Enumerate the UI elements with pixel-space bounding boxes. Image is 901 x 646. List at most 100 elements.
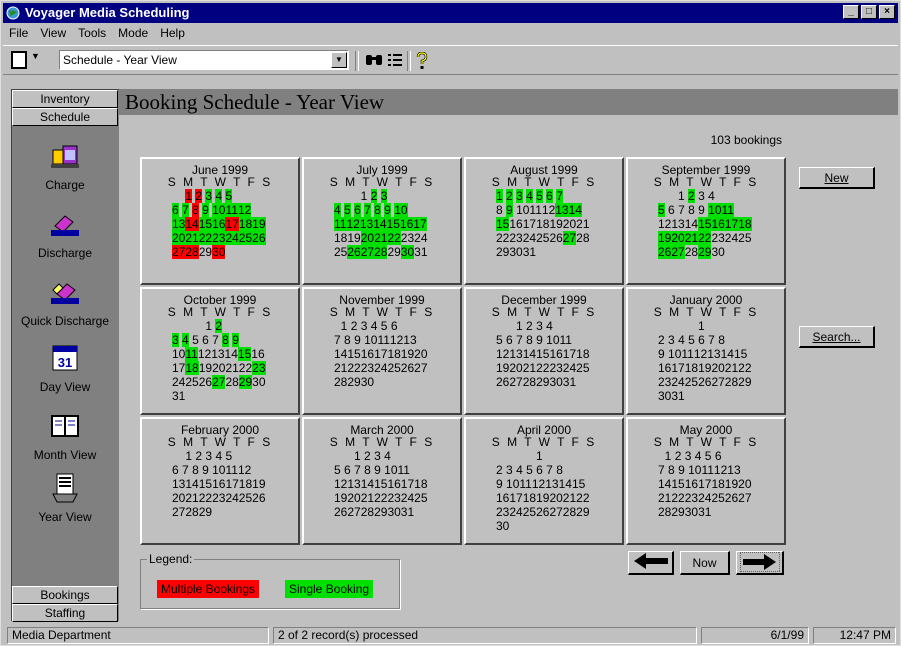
calendar-day[interactable]: 8 [688,203,695,217]
calendar-day[interactable]: 4 [516,463,523,477]
calendar-day[interactable]: 12 [346,217,360,231]
calendar-day[interactable]: 23 [549,361,562,375]
calendar-day[interactable]: 30 [549,375,562,389]
calendar-day[interactable]: 22 [347,361,360,375]
calendar-day[interactable]: 24 [414,231,427,245]
calendar-day[interactable]: 9 [698,203,705,217]
calendar-day[interactable]: 28 [185,245,199,259]
calendar-day[interactable]: 13 [211,347,224,361]
menu-view[interactable]: View [34,25,72,43]
calendar-day[interactable]: 20 [212,361,225,375]
calendar-day[interactable]: 24 [225,491,238,505]
calendar-day[interactable]: 17 [509,491,522,505]
calendar-day[interactable]: 27 [212,375,226,389]
calendar-day[interactable]: 9 [374,463,381,477]
calendar-day[interactable]: 14 [559,477,572,491]
previous-year-button[interactable] [628,551,674,575]
calendar-day[interactable]: 21 [725,361,738,375]
view-select[interactable]: Schedule - Year View ▼ [59,50,349,70]
calendar-day[interactable]: 29 [238,375,253,389]
calendar-day[interactable]: 27 [360,245,375,259]
calendar-day[interactable]: 23 [252,361,266,375]
calendar-day[interactable]: 13 [671,217,684,231]
calendar-day[interactable]: 24 [401,491,414,505]
calendar-day[interactable]: 5 [705,449,712,463]
calendar-day[interactable]: 14 [568,203,582,217]
calendar-day[interactable]: 7 [364,203,371,217]
calendar-day[interactable]: 22 [239,361,252,375]
calendar-day[interactable]: 15 [496,217,510,231]
calendar-day[interactable]: 13 [707,347,720,361]
month-calendar[interactable]: November 1999 S M T W T F S 1 2 3 4 5 67 … [302,287,462,415]
menu-mode[interactable]: Mode [112,25,154,43]
calendar-day[interactable]: 10 [364,333,377,347]
calendar-day[interactable]: 11 [560,333,572,347]
calendar-day[interactable]: 24 [671,375,684,389]
calendar-day[interactable]: 7 [334,333,341,347]
calendar-day[interactable]: 27 [172,505,185,519]
calendar-day[interactable]: 19 [401,347,414,361]
calendar-day[interactable]: 23 [685,491,698,505]
calendar-day[interactable]: 9 [678,463,685,477]
calendar-day[interactable]: 16 [212,477,225,491]
calendar-day[interactable]: 6 [506,333,513,347]
calendar-day[interactable]: 13 [727,463,740,477]
calendar-day[interactable]: 5 [225,449,232,463]
calendar-day[interactable]: 12 [334,477,347,491]
calendar-day[interactable]: 19 [725,477,738,491]
calendar-day[interactable]: 22 [536,361,549,375]
calendar-day[interactable]: 4 [371,319,378,333]
calendar-day[interactable]: 8 [344,333,351,347]
calendar-day[interactable]: 18 [185,361,199,375]
calendar-day[interactable]: 3 [374,449,381,463]
calendar-day[interactable]: 13 [555,203,569,217]
calendar-day[interactable]: 4 [384,449,391,463]
calendar-day[interactable]: 13 [545,477,558,491]
calendar-day[interactable]: 29 [738,375,751,389]
calendar-day[interactable]: 23 [509,231,522,245]
calendar-day[interactable]: 12 [198,347,211,361]
calendar-day[interactable]: 7 [546,463,553,477]
calendar-day[interactable]: 22 [198,231,213,245]
calendar-day[interactable]: 23 [212,231,226,245]
calendar-day[interactable]: 20 [563,217,576,231]
binoculars-icon[interactable] [365,52,383,68]
calendar-day[interactable]: 6 [354,203,361,217]
calendar-day[interactable]: 11 [681,347,693,361]
calendar-day[interactable]: 12 [714,463,727,477]
calendar-day[interactable]: 5 [334,463,341,477]
calendar-day[interactable]: 20 [360,231,375,245]
calendar-day[interactable]: 11 [721,203,734,217]
calendar-day[interactable]: 25 [738,231,751,245]
calendar-day[interactable]: 19 [496,361,509,375]
month-calendar[interactable]: March 2000 S M T W T F S 1 2 3 45 6 7 8 9… [302,417,462,545]
calendar-day[interactable]: 27 [509,375,522,389]
calendar-day[interactable]: 9 [202,463,209,477]
calendar-day[interactable]: 21 [576,217,589,231]
calendar-day[interactable]: 9 [536,333,543,347]
calendar-day[interactable]: 26 [549,231,562,245]
calendar-day[interactable]: 28 [563,505,576,519]
calendar-day[interactable]: 11 [225,203,238,217]
calendar-day[interactable]: 8 [192,463,199,477]
calendar-day[interactable]: 25 [239,491,252,505]
calendar-day[interactable]: 25 [387,361,400,375]
calendar-day[interactable]: 15 [199,477,212,491]
calendar-day[interactable]: 18 [576,347,589,361]
calendar-day[interactable]: 16 [509,217,522,231]
title-bar[interactable]: Voyager Media Scheduling _ □ × [3,3,898,23]
calendar-day[interactable]: 26 [347,245,361,259]
calendar-day[interactable]: 3 [536,319,543,333]
calendar-day[interactable]: 5 [658,203,665,217]
calendar-day[interactable]: 26 [334,505,347,519]
next-year-button[interactable] [736,551,784,575]
help-question-icon[interactable] [415,52,429,70]
calendar-day[interactable]: 11 [398,463,410,477]
month-calendar[interactable]: August 1999 S M T W T F S1 2 3 4 5 6 78 9… [464,157,624,285]
calendar-day[interactable]: 10 [668,347,681,361]
month-calendar[interactable]: September 1999 S M T W T F S 1 2 3 45 6 7… [626,157,786,285]
calendar-day[interactable]: 17 [225,217,239,231]
calendar-day[interactable]: 14 [185,477,198,491]
calendar-day[interactable]: 8 [192,203,199,217]
calendar-day[interactable]: 22 [671,491,684,505]
